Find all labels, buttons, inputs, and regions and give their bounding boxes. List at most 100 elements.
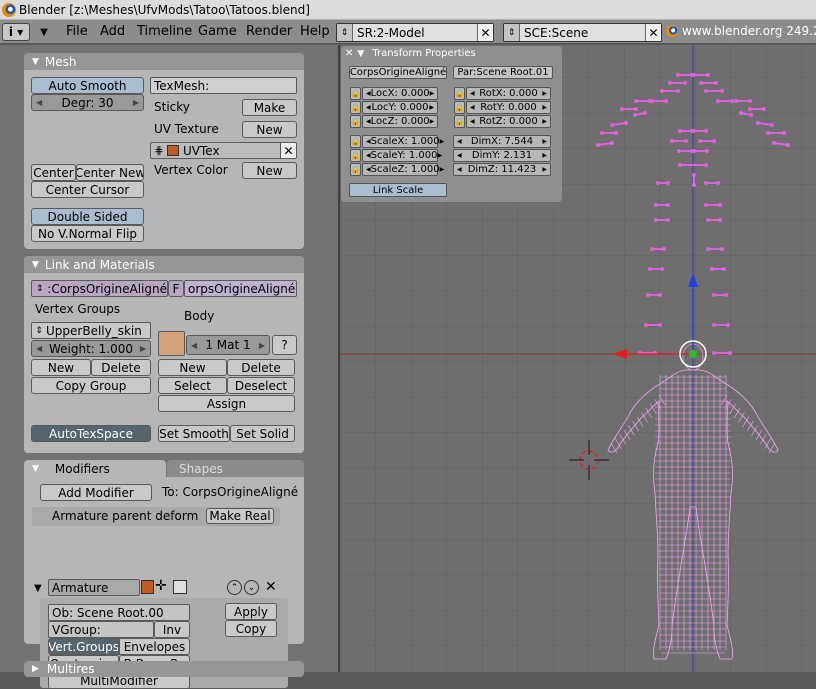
bone-joint[interactable] bbox=[712, 323, 716, 327]
bone-joint[interactable] bbox=[704, 129, 708, 133]
uvtex-field[interactable]: ⋕ UVTex ✕ bbox=[150, 142, 297, 159]
center-new-button[interactable]: Center New bbox=[76, 164, 144, 181]
lock-icon[interactable]: 🔒 bbox=[350, 87, 361, 100]
bone-joint[interactable] bbox=[676, 73, 680, 77]
arrow-right-icon[interactable]: ▶ bbox=[440, 138, 445, 145]
bone-joint[interactable] bbox=[704, 163, 708, 167]
collapse-menu-button[interactable]: ▼ bbox=[33, 23, 55, 41]
updown-icon[interactable]: ⇕ bbox=[504, 24, 520, 41]
degr-field[interactable]: ◀ Degr: 30 ▶ bbox=[31, 94, 144, 111]
menu-file[interactable]: File bbox=[66, 24, 88, 39]
parent-field[interactable]: Par:Scene Root.01 bbox=[453, 66, 553, 79]
arrow-right-icon[interactable]: ▶ bbox=[133, 98, 139, 107]
close-icon[interactable]: ✕ bbox=[477, 24, 493, 41]
bone-joint[interactable] bbox=[739, 111, 743, 115]
bone-joint[interactable] bbox=[670, 139, 674, 143]
arrow-right-icon[interactable]: ▶ bbox=[429, 104, 434, 111]
locx-field[interactable]: ◀ LocX: 0.000 ▶ bbox=[362, 87, 438, 100]
bone-joint[interactable] bbox=[666, 181, 670, 185]
arrow-right-icon[interactable]: ▶ bbox=[440, 166, 445, 173]
delete-vertex-group-button[interactable]: Delete bbox=[91, 359, 151, 376]
bone-joint[interactable] bbox=[710, 267, 714, 271]
bone-joint[interactable] bbox=[610, 123, 614, 127]
bone-joint[interactable] bbox=[600, 131, 604, 135]
deselect-button[interactable]: Deselect bbox=[227, 377, 295, 394]
no-vnormal-flip-button[interactable]: No V.Normal Flip bbox=[31, 225, 144, 242]
lock-icon[interactable]: 🔒 bbox=[350, 135, 361, 148]
tab-shapes[interactable]: Shapes bbox=[167, 460, 304, 477]
inv-button[interactable]: Inv bbox=[154, 621, 190, 638]
envelopes-toggle[interactable]: Envelopes bbox=[119, 638, 190, 655]
link-scale-button[interactable]: Link Scale bbox=[349, 183, 447, 197]
bone-joint[interactable] bbox=[718, 203, 722, 207]
scene-selector[interactable]: ⇕ SCE:Scene ✕ bbox=[503, 23, 662, 42]
bone-joint[interactable] bbox=[704, 89, 708, 93]
bone-joint[interactable] bbox=[748, 107, 752, 111]
menu-help[interactable]: Help bbox=[300, 24, 330, 39]
arrow-left-icon[interactable]: ◀ bbox=[470, 90, 475, 97]
modifier-name-field[interactable]: Armature bbox=[48, 579, 140, 596]
make-real-button[interactable]: Make Real bbox=[206, 508, 274, 524]
scaley-field[interactable]: ◀ ScaleY: 1.000 ▶ bbox=[362, 149, 442, 162]
lock-icon[interactable]: 🔒 bbox=[350, 149, 361, 162]
updown-icon[interactable]: ⇕ bbox=[32, 284, 47, 294]
bone-joint[interactable] bbox=[692, 173, 696, 177]
dimz-field[interactable]: ◀ DimZ: 11.423 ▶ bbox=[453, 163, 551, 176]
bone-joint[interactable] bbox=[749, 113, 753, 117]
scalez-field[interactable]: ◀ ScaleZ: 1.000 ▶ bbox=[362, 163, 444, 176]
move-down-icon[interactable]: ⌄ bbox=[244, 580, 259, 595]
bone-joint[interactable] bbox=[660, 89, 664, 93]
bone-joint[interactable] bbox=[730, 99, 734, 103]
bone-joint[interactable] bbox=[610, 141, 614, 145]
bone-joint[interactable] bbox=[786, 143, 790, 147]
bone-joint[interactable] bbox=[706, 73, 710, 77]
autotexspace-button[interactable]: AutoTexSpace bbox=[31, 425, 151, 442]
bone-joint[interactable] bbox=[756, 121, 760, 125]
bone-joint[interactable] bbox=[704, 203, 708, 207]
bone-joint[interactable] bbox=[748, 99, 752, 103]
ob-field[interactable]: Ob: Scene Root.00 bbox=[48, 604, 190, 621]
menu-timeline[interactable]: Timeline bbox=[137, 24, 192, 39]
fake-user-button[interactable]: F bbox=[168, 280, 184, 297]
bone-joint[interactable] bbox=[654, 218, 658, 222]
vertex-group-selector[interactable]: ⇕ UpperBelly_skin bbox=[31, 322, 151, 339]
bone-joint[interactable] bbox=[662, 247, 666, 251]
updown-icon[interactable]: ⇕ bbox=[32, 326, 46, 336]
bone-joint[interactable] bbox=[692, 183, 696, 187]
new-material-button[interactable]: New bbox=[158, 359, 227, 376]
lock-icon[interactable]: 🔒 bbox=[454, 115, 465, 128]
editmode-icon[interactable]: ✛ bbox=[155, 578, 167, 594]
editor-type-button[interactable]: i ▾ bbox=[2, 23, 30, 41]
bone-joint[interactable] bbox=[683, 81, 687, 85]
arrow-left-icon[interactable]: ◀ bbox=[36, 98, 42, 107]
arrow-left-icon[interactable]: ◀ bbox=[457, 152, 462, 159]
bone-joint[interactable] bbox=[664, 99, 668, 103]
bone-joint[interactable] bbox=[646, 293, 650, 297]
bone-joint[interactable] bbox=[718, 218, 722, 222]
bone-joint[interactable] bbox=[677, 149, 681, 153]
bone-joint[interactable] bbox=[644, 323, 648, 327]
set-solid-button[interactable]: Set Solid bbox=[230, 425, 295, 442]
arrow-left-icon[interactable]: ◀ bbox=[36, 344, 42, 353]
auto-smooth-button[interactable]: Auto Smooth bbox=[31, 77, 144, 94]
lock-icon[interactable]: 🔒 bbox=[350, 101, 361, 114]
arrow-left-icon[interactable]: ◀ bbox=[457, 166, 462, 173]
cage-icon[interactable] bbox=[173, 580, 187, 594]
menu-game[interactable]: Game bbox=[198, 24, 237, 39]
bone-joint[interactable] bbox=[654, 203, 658, 207]
set-smooth-button[interactable]: Set Smooth bbox=[158, 425, 230, 442]
lock-icon[interactable]: 🔒 bbox=[454, 87, 465, 100]
arrow-right-icon[interactable]: ▶ bbox=[140, 344, 146, 353]
delete-material-button[interactable]: Delete bbox=[227, 359, 295, 376]
bone-joint[interactable] bbox=[676, 89, 680, 93]
bone-joint[interactable] bbox=[716, 181, 720, 185]
transform-properties-panel[interactable]: ✕ ▼ Transform Properties CorpsOrigineAli… bbox=[341, 46, 562, 202]
transform-properties-header[interactable]: ✕ ▼ Transform Properties bbox=[341, 46, 562, 61]
bone-joint[interactable] bbox=[726, 323, 730, 327]
material-color-swatch[interactable] bbox=[158, 331, 185, 356]
bone-joint[interactable] bbox=[734, 99, 738, 103]
bone-joint[interactable] bbox=[714, 81, 718, 85]
uvtex-name[interactable]: UVTex bbox=[183, 144, 280, 158]
arrow-right-icon[interactable]: ▶ bbox=[542, 138, 547, 145]
bone-joint[interactable] bbox=[656, 181, 660, 185]
